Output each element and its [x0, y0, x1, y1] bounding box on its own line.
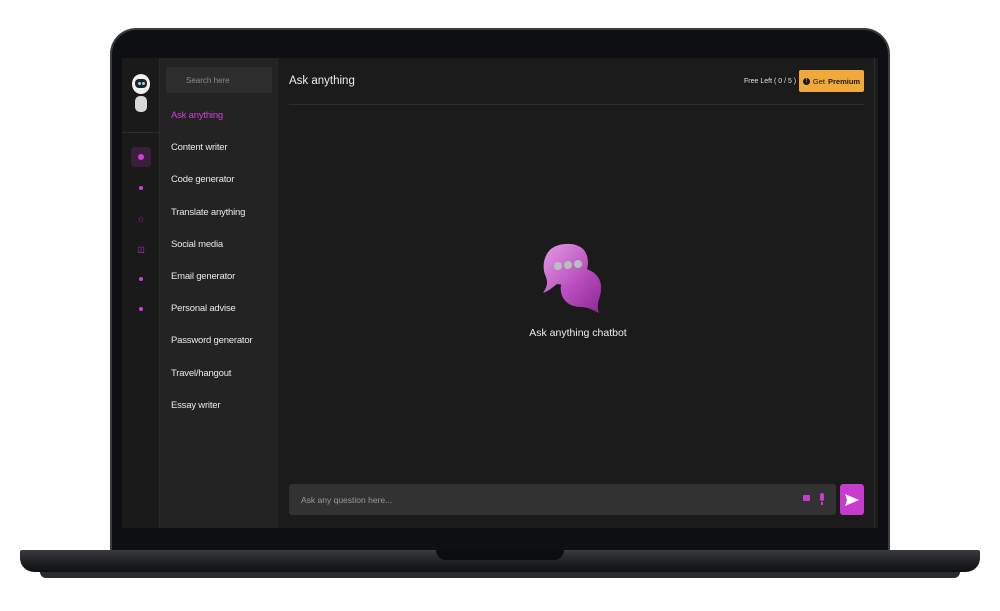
sidebar-item-personal-advise[interactable]: Personal advise: [171, 303, 252, 335]
send-icon: [845, 493, 859, 506]
sidebar-item-code-generator[interactable]: Code generator: [171, 174, 252, 206]
sidebar-item-email-generator[interactable]: Email generator: [171, 271, 252, 303]
microphone-icon[interactable]: [820, 493, 824, 505]
chat-bubbles-icon: [543, 243, 602, 313]
laptop-notch: [436, 550, 564, 560]
sidebar-item-social-media[interactable]: Social media: [171, 239, 252, 271]
sidebar-menu: Ask anything Content writer Code generat…: [171, 110, 253, 432]
sidebar-item-translate-anything[interactable]: Translate anything: [171, 207, 252, 239]
header-divider: [289, 104, 864, 105]
sidebar-item-ask-anything[interactable]: Ask anything: [171, 110, 252, 142]
icon-rail: ☆ ◫: [122, 58, 160, 528]
image-upload-icon[interactable]: [803, 495, 810, 501]
free-left-counter: Free Left ( 0 / 5 ): [744, 78, 797, 85]
empty-state-caption: Ask anything chatbot: [529, 327, 627, 339]
rail-pen-icon[interactable]: [131, 178, 151, 198]
sidebar: Search here Ask anything Content writer …: [160, 58, 278, 528]
search-placeholder: Search here: [186, 75, 230, 85]
rail-chat-icon[interactable]: [131, 147, 151, 167]
page-title: Ask anything: [289, 75, 355, 87]
laptop-foot: [40, 572, 960, 578]
send-button[interactable]: [840, 484, 864, 515]
search-input[interactable]: Search here: [166, 67, 272, 93]
sidebar-item-password-generator[interactable]: Password generator: [171, 335, 253, 367]
sidebar-item-travel-hangout[interactable]: Travel/hangout: [171, 368, 252, 400]
rail-star-icon[interactable]: ☆: [131, 209, 151, 229]
main-panel: Ask anything Free Left ( 0 / 5 ) ! Get P…: [278, 58, 878, 528]
question-input[interactable]: [289, 484, 789, 515]
sidebar-item-content-writer[interactable]: Content writer: [171, 142, 252, 174]
rail-share-icon[interactable]: ◫: [131, 239, 151, 259]
rail-user-icon[interactable]: [131, 299, 151, 319]
right-edge: [874, 58, 878, 528]
message-composer: [289, 484, 836, 515]
premium-label: Premium: [827, 76, 861, 86]
app-screen: ☆ ◫ Search here Ask anything Content wri…: [122, 58, 878, 528]
robot-logo-icon[interactable]: [130, 74, 152, 116]
rail-mail-icon[interactable]: [131, 269, 151, 289]
get-premium-button[interactable]: ! Get Premium: [799, 70, 864, 92]
info-icon: !: [802, 77, 810, 85]
rail-divider: [122, 132, 160, 133]
sidebar-item-essay-writer[interactable]: Essay writer: [171, 400, 252, 432]
premium-prefix: Get: [812, 76, 825, 86]
